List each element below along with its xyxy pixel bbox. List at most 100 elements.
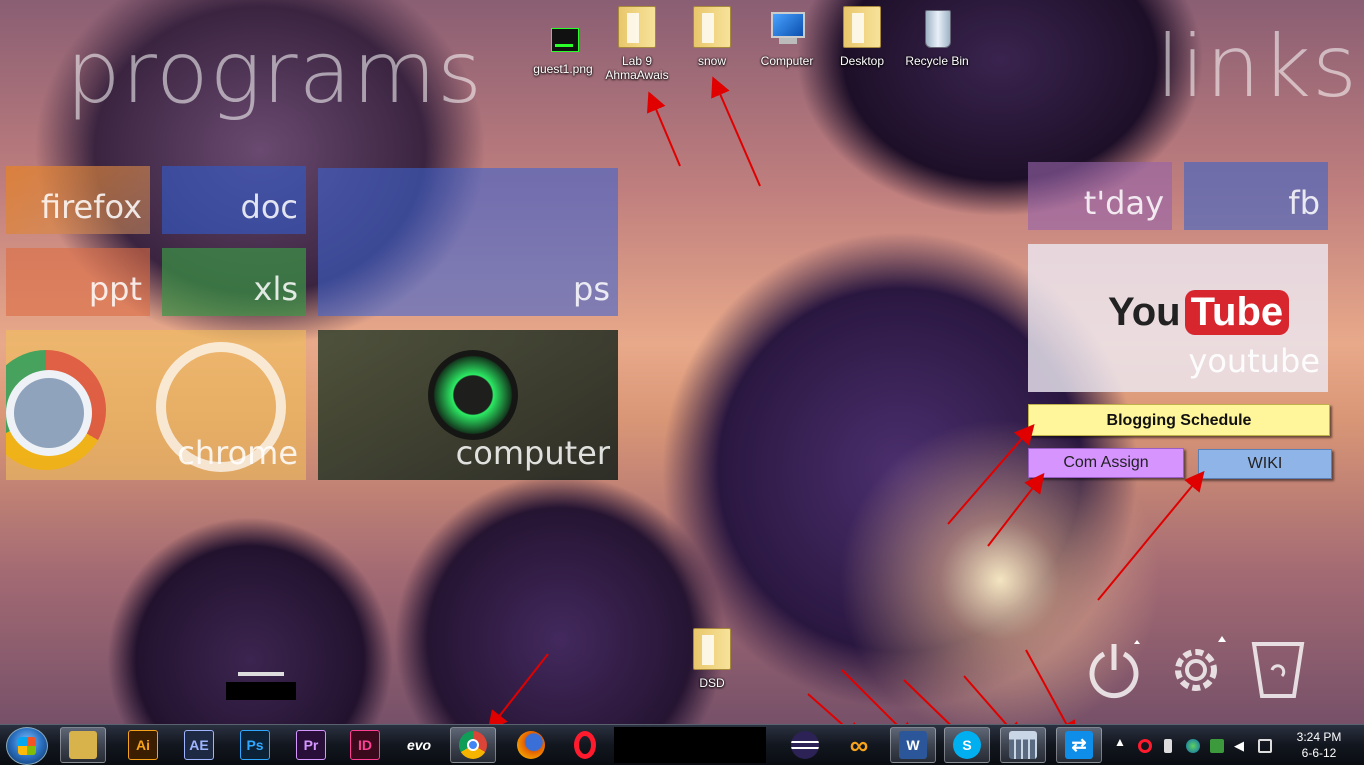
taskbar-word[interactable]: W: [890, 727, 936, 763]
taskbar-premiere[interactable]: Pr: [288, 727, 334, 763]
desktop-icon-guest1[interactable]: guest1.png: [525, 14, 601, 76]
tile-label: t'day: [1083, 184, 1164, 222]
computer-icon: [765, 6, 809, 50]
tile-label: ppt: [88, 270, 142, 308]
infinity-icon: ∞: [849, 729, 869, 760]
black-box: [226, 682, 296, 700]
tile-computer[interactable]: computer: [318, 330, 618, 480]
programs-heading: programs: [66, 23, 483, 123]
tray-globe-icon[interactable]: [1186, 739, 1200, 753]
tile-label: youtube: [1188, 342, 1320, 380]
desktop-icon-label: Lab 9 AhmaAwais: [605, 54, 669, 82]
arrow: [711, 76, 761, 187]
tile-today[interactable]: t'day: [1028, 162, 1172, 230]
clock[interactable]: 3:24 PM 6-6-12: [1284, 729, 1354, 761]
illustrator-icon: Ai: [128, 730, 158, 760]
taskbar-opera[interactable]: [562, 727, 608, 763]
tile-label: chrome: [177, 434, 298, 472]
com-assign-button[interactable]: Com Assign: [1028, 448, 1184, 478]
taskbar-chrome[interactable]: [450, 727, 496, 763]
desktop-icon-label: Computer: [760, 54, 814, 68]
tile-label: firefox: [40, 188, 142, 226]
tile-label: xls: [253, 270, 299, 308]
teamviewer-icon: ⇄: [1065, 731, 1093, 759]
white-bar: [238, 672, 284, 676]
taskbar-evo[interactable]: evo: [396, 727, 442, 763]
tile-ppt[interactable]: ppt: [6, 248, 150, 316]
power-icon[interactable]: [1084, 640, 1144, 700]
camera-image-icon: [428, 350, 518, 440]
after-effects-icon: AE: [184, 730, 214, 760]
word-icon: W: [899, 731, 927, 759]
taskbar-eclipse[interactable]: [782, 727, 828, 763]
tray-volume-icon[interactable]: ◀: [1234, 739, 1248, 753]
tray-expand-icon[interactable]: ▲: [1114, 735, 1126, 749]
youtube-logo-you: You: [1108, 290, 1181, 334]
settings-gear-icon[interactable]: [1166, 636, 1230, 700]
desktop-icon-label: DSD: [699, 676, 725, 690]
tray-battery-icon[interactable]: [1164, 739, 1172, 753]
desktop-icon-computer[interactable]: Computer: [749, 6, 825, 68]
desktop-icon-label: snow: [697, 54, 726, 68]
blogging-schedule-button[interactable]: Blogging Schedule: [1028, 404, 1330, 436]
image-file-icon: [541, 14, 585, 58]
desktop-icon-label: guest1.png: [533, 62, 593, 76]
explorer-folder-icon: [69, 731, 97, 759]
desktop-icon-recycle-bin[interactable]: Recycle Bin: [899, 6, 975, 68]
tile-youtube[interactable]: You Tube youtube: [1028, 244, 1328, 392]
desktop-icon-desktop[interactable]: Desktop: [824, 6, 900, 68]
tile-label: ps: [573, 270, 610, 308]
arrow: [987, 472, 1045, 547]
chrome-center-icon: [6, 370, 92, 456]
clock-time: 3:24 PM: [1296, 730, 1342, 744]
taskbar-calculator[interactable]: [1000, 727, 1046, 763]
wiki-button[interactable]: WIKI: [1198, 449, 1332, 479]
clock-date: 6-6-12: [1301, 746, 1337, 760]
links-heading: links: [1156, 17, 1358, 117]
folder-icon: [690, 628, 734, 672]
tile-ps[interactable]: ps: [318, 168, 618, 316]
taskbar: Ai AE Ps Pr ID evo ∞ W S ⇄ ▲ ◀ 3:24 PM 6…: [0, 724, 1364, 765]
taskbar-explorer[interactable]: [60, 727, 106, 763]
premiere-icon: Pr: [296, 730, 326, 760]
youtube-logo-icon: You Tube: [1108, 290, 1290, 335]
chrome-icon: [459, 731, 487, 759]
tile-xls[interactable]: xls: [162, 248, 306, 316]
tray-network-icon[interactable]: [1258, 739, 1272, 753]
tile-firefox[interactable]: firefox: [6, 166, 150, 234]
taskbar-indesign[interactable]: ID: [342, 727, 388, 763]
tile-doc[interactable]: doc: [162, 166, 306, 234]
desktop-icon-lab9[interactable]: Lab 9 AhmaAwais: [599, 6, 675, 82]
photoshop-icon: Ps: [240, 730, 270, 760]
taskbar-illustrator[interactable]: Ai: [120, 727, 166, 763]
taskbar-firefox[interactable]: [508, 727, 554, 763]
desktop-icon-snow[interactable]: snow: [674, 6, 750, 68]
tile-label: fb: [1288, 184, 1320, 222]
tile-fb[interactable]: fb: [1184, 162, 1328, 230]
taskbar-black-block: [614, 727, 766, 763]
eclipse-icon: [791, 731, 819, 759]
start-button[interactable]: [6, 727, 48, 765]
taskbar-infinity[interactable]: ∞: [836, 727, 882, 763]
evo-icon: evo: [406, 737, 432, 753]
taskbar-skype[interactable]: S: [944, 727, 990, 763]
trash-widget-icon[interactable]: [1250, 640, 1306, 700]
tray-opera-icon[interactable]: [1138, 739, 1152, 753]
calculator-icon: [1009, 731, 1037, 759]
tray-security-icon[interactable]: [1210, 739, 1224, 753]
skype-icon: S: [953, 731, 981, 759]
taskbar-after-effects[interactable]: AE: [176, 727, 222, 763]
desktop-icon-label: Desktop: [839, 54, 885, 68]
taskbar-photoshop[interactable]: Ps: [232, 727, 278, 763]
arrow: [947, 423, 1035, 525]
desktop-icon-label: Recycle Bin: [905, 54, 969, 68]
youtube-logo-tube: Tube: [1184, 290, 1290, 335]
tile-label: computer: [455, 434, 610, 472]
tile-chrome[interactable]: chrome: [6, 330, 306, 480]
taskbar-teamviewer[interactable]: ⇄: [1056, 727, 1102, 763]
indesign-icon: ID: [350, 730, 380, 760]
folder-icon: [615, 6, 659, 50]
desktop-icon-dsd[interactable]: DSD: [674, 628, 750, 690]
arrow: [1097, 470, 1205, 601]
arrow: [647, 91, 681, 167]
